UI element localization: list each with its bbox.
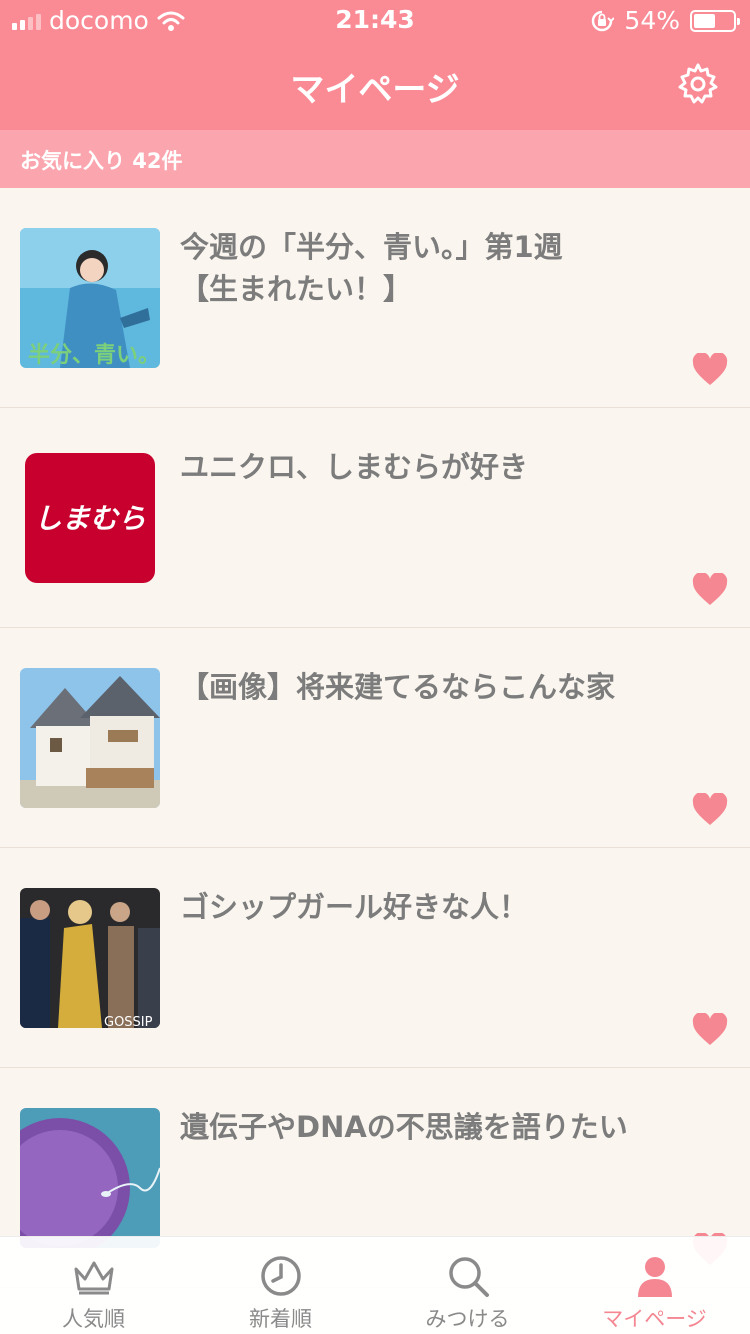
list-item[interactable]: 半分、青い。 今週の「半分、青い。」第1週 【生まれたい！】 xyxy=(0,188,750,408)
list-item[interactable]: しまむら ユニクロ、しまむらが好き xyxy=(0,408,750,628)
search-icon xyxy=(449,1257,489,1297)
tab-mypage[interactable]: マイページ xyxy=(561,1237,748,1334)
favorites-bar: お気に入り 42件 xyxy=(0,130,750,188)
thumbnail-image xyxy=(20,1108,160,1248)
tab-label: 新着順 xyxy=(249,1307,312,1331)
status-bar: docomo 21:43 54% xyxy=(0,0,750,40)
rotation-lock-icon xyxy=(592,10,615,31)
thumbnail-image: 半分、青い。 xyxy=(20,228,160,368)
gear-icon[interactable] xyxy=(676,62,720,106)
item-title: ユニクロ、しまむらが好き xyxy=(180,450,529,484)
page-title: マイページ xyxy=(290,70,460,110)
nav-bar: マイページ xyxy=(0,40,750,130)
battery-percent: 54% xyxy=(624,6,680,35)
tab-label: マイページ xyxy=(602,1307,707,1331)
favorites-list: 半分、青い。 今週の「半分、青い。」第1週 【生まれたい！】 しまむら ユニクロ… xyxy=(0,188,750,1288)
tab-popular[interactable]: 人気順 xyxy=(0,1237,187,1334)
thumb-caption: 半分、青い。 xyxy=(28,343,160,368)
list-item[interactable]: 【画像】将来建てるならこんな家 xyxy=(0,628,750,848)
crown-icon xyxy=(74,1261,114,1295)
favorites-count: お気に入り 42件 xyxy=(20,149,183,173)
item-title: 遺伝子やDNAの不思議を語りたい xyxy=(180,1110,628,1144)
list-item[interactable]: GOSSIP ゴシップガール好きな人！ xyxy=(0,848,750,1068)
thumb-logo-text: しまむら xyxy=(34,502,146,535)
tab-bar: 人気順 新着順 みつける マイページ xyxy=(0,1236,750,1334)
heart-icon[interactable] xyxy=(692,793,728,827)
thumbnail-image xyxy=(20,668,160,808)
item-title: ゴシップガール好きな人！ xyxy=(180,890,529,924)
thumbnail-image: GOSSIP xyxy=(20,888,160,1028)
thumbnail-image: しまむら xyxy=(20,448,160,588)
tab-label: みつける xyxy=(425,1307,510,1331)
tab-new[interactable]: 新着順 xyxy=(187,1237,374,1334)
heart-icon[interactable] xyxy=(692,1013,728,1047)
tab-label: 人気順 xyxy=(62,1307,125,1331)
person-icon xyxy=(638,1257,672,1297)
heart-icon[interactable] xyxy=(692,573,728,607)
heart-icon[interactable] xyxy=(692,353,728,387)
clock-icon xyxy=(261,1256,301,1296)
tab-search[interactable]: みつける xyxy=(374,1237,561,1334)
status-right: 54% xyxy=(590,6,740,35)
item-title: 【画像】将来建てるならこんな家 xyxy=(180,670,616,704)
item-title: 今週の「半分、青い。」第1週 【生まれたい！】 xyxy=(180,230,563,306)
battery-icon xyxy=(690,9,740,32)
thumb-caption: GOSSIP xyxy=(104,1015,153,1028)
